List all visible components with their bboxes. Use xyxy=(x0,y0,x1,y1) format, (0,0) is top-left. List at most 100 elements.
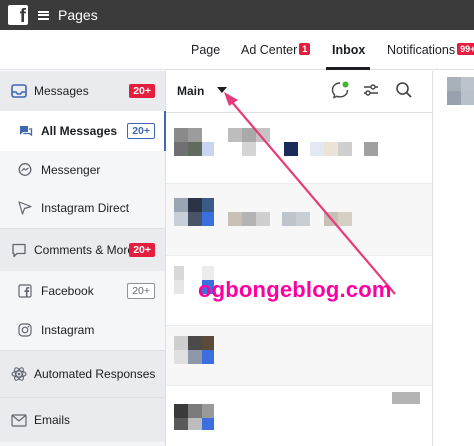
sidebar-item-instagram[interactable]: Instagram xyxy=(0,311,165,349)
sidebar-item-automated-responses[interactable]: Automated Responses xyxy=(0,351,165,397)
preview-pixel xyxy=(242,142,256,156)
list-item[interactable] xyxy=(166,326,432,386)
preview-pixel xyxy=(282,212,296,226)
sidebar-item-label: Messages xyxy=(34,84,89,98)
avatar xyxy=(174,404,188,418)
envelope-icon xyxy=(11,412,27,428)
sidebar-item-emails[interactable]: Emails xyxy=(0,398,165,442)
comment-icon xyxy=(11,242,27,258)
avatar-pixel xyxy=(174,280,184,294)
avatar-pixel xyxy=(202,212,214,226)
menu-icon[interactable] xyxy=(38,10,49,20)
preview-pixel xyxy=(338,142,352,156)
list-item[interactable] xyxy=(166,114,432,184)
all-messages-count-badge: 20+ xyxy=(127,123,155,139)
sidebar-item-facebook[interactable]: Facebook 20+ xyxy=(0,271,165,311)
avatar xyxy=(174,336,188,350)
avatar-pixel xyxy=(188,418,202,430)
preview-pixel xyxy=(324,142,338,156)
avatar-pixel xyxy=(202,142,214,156)
avatar-pixel xyxy=(188,198,202,212)
name-pixel xyxy=(228,128,242,142)
sidebar-item-label: All Messages xyxy=(41,124,118,138)
search-icon[interactable] xyxy=(394,80,414,100)
avatar-pixel xyxy=(202,404,214,418)
folder-title[interactable]: Main xyxy=(177,84,204,98)
tab-page[interactable]: Page xyxy=(191,43,220,57)
tab-inbox[interactable]: Inbox xyxy=(332,43,365,57)
name-pixel xyxy=(256,212,270,226)
name-pixel xyxy=(256,128,270,142)
avatar-pixel xyxy=(202,336,214,350)
preview-pixel xyxy=(310,142,324,156)
filter-sliders-icon[interactable] xyxy=(361,80,381,100)
avatar-pixel xyxy=(188,142,202,156)
avatar-pixel xyxy=(202,350,214,364)
new-message-icon[interactable] xyxy=(330,80,350,100)
avatar-pixel xyxy=(188,212,202,226)
messenger-icon xyxy=(17,162,33,178)
sidebar-item-instagram-direct[interactable]: Instagram Direct xyxy=(0,189,165,227)
facebook-logo-icon[interactable]: f xyxy=(8,5,28,25)
name-pixel xyxy=(242,128,256,142)
avatar xyxy=(174,198,188,212)
avatar-pixel xyxy=(174,142,188,156)
list-item[interactable] xyxy=(166,184,432,256)
sidebar-item-comments[interactable]: Comments & More 20+ xyxy=(0,229,165,271)
top-bar: f Pages xyxy=(0,0,474,30)
avatar-pixel xyxy=(174,418,188,430)
sidebar-item-label: Comments & More xyxy=(34,243,135,257)
send-icon xyxy=(17,200,33,216)
tab-notifications[interactable]: Notifications 99+ xyxy=(387,43,474,57)
preview-pixel xyxy=(364,142,378,156)
avatar xyxy=(174,266,184,280)
preview-pixel xyxy=(296,212,310,226)
app-title[interactable]: Pages xyxy=(58,7,98,23)
notifications-badge: 99+ xyxy=(457,43,474,55)
inbox-tray-icon xyxy=(11,83,27,99)
inbox-sidebar: Messages 20+ All Messages 20+ Messenger … xyxy=(0,71,166,446)
preview-pixel xyxy=(284,142,298,156)
sidebar-item-label: Messenger xyxy=(41,163,101,177)
avatar xyxy=(447,77,461,91)
avatar-pixel xyxy=(174,350,188,364)
avatar-pixel xyxy=(188,128,202,142)
timestamp-pixel xyxy=(392,392,420,404)
tab-ad-center[interactable]: Ad Center 1 xyxy=(241,43,311,57)
sidebar-item-all-messages[interactable]: All Messages 20+ xyxy=(0,111,166,151)
name-pixel xyxy=(228,212,242,226)
avatar-pixel xyxy=(174,212,188,226)
comments-count-badge: 20+ xyxy=(129,243,155,257)
list-item[interactable] xyxy=(166,386,432,446)
atom-icon xyxy=(11,366,27,382)
preview-pixel xyxy=(338,212,352,226)
preview-pixel xyxy=(324,212,338,226)
conversation-detail-panel xyxy=(432,71,474,446)
avatar-pixel xyxy=(447,91,461,105)
sidebar-item-label: Facebook xyxy=(41,284,94,298)
avatar-pixel xyxy=(202,198,214,212)
sidebar-item-messenger[interactable]: Messenger xyxy=(0,151,165,189)
avatar-pixel xyxy=(188,350,202,364)
sidebar-item-messages[interactable]: Messages 20+ xyxy=(0,71,165,111)
name-pixel xyxy=(242,212,256,226)
page-tabs: Page Ad Center 1 Inbox Notifications 99+ xyxy=(0,30,474,70)
facebook-count-badge: 20+ xyxy=(127,283,155,299)
folder-dropdown-icon[interactable] xyxy=(217,87,227,93)
avatar-pixel xyxy=(188,404,202,418)
watermark-text: ogbongeblog.com xyxy=(198,277,392,302)
chat-bubbles-icon xyxy=(17,123,33,139)
messages-count-badge: 20+ xyxy=(129,84,155,98)
sidebar-item-label: Instagram xyxy=(41,323,95,337)
facebook-icon xyxy=(17,283,33,299)
sidebar-item-label: Automated Responses xyxy=(34,367,156,381)
active-tab-indicator xyxy=(326,67,370,70)
avatar-pixel xyxy=(461,77,474,91)
ad-center-badge: 1 xyxy=(299,43,311,55)
instagram-icon xyxy=(17,322,33,338)
sidebar-item-label: Emails xyxy=(34,413,71,427)
avatar-pixel xyxy=(188,336,202,350)
sidebar-item-label: Instagram Direct xyxy=(41,201,130,215)
avatar xyxy=(174,128,188,142)
avatar-pixel xyxy=(461,91,474,105)
